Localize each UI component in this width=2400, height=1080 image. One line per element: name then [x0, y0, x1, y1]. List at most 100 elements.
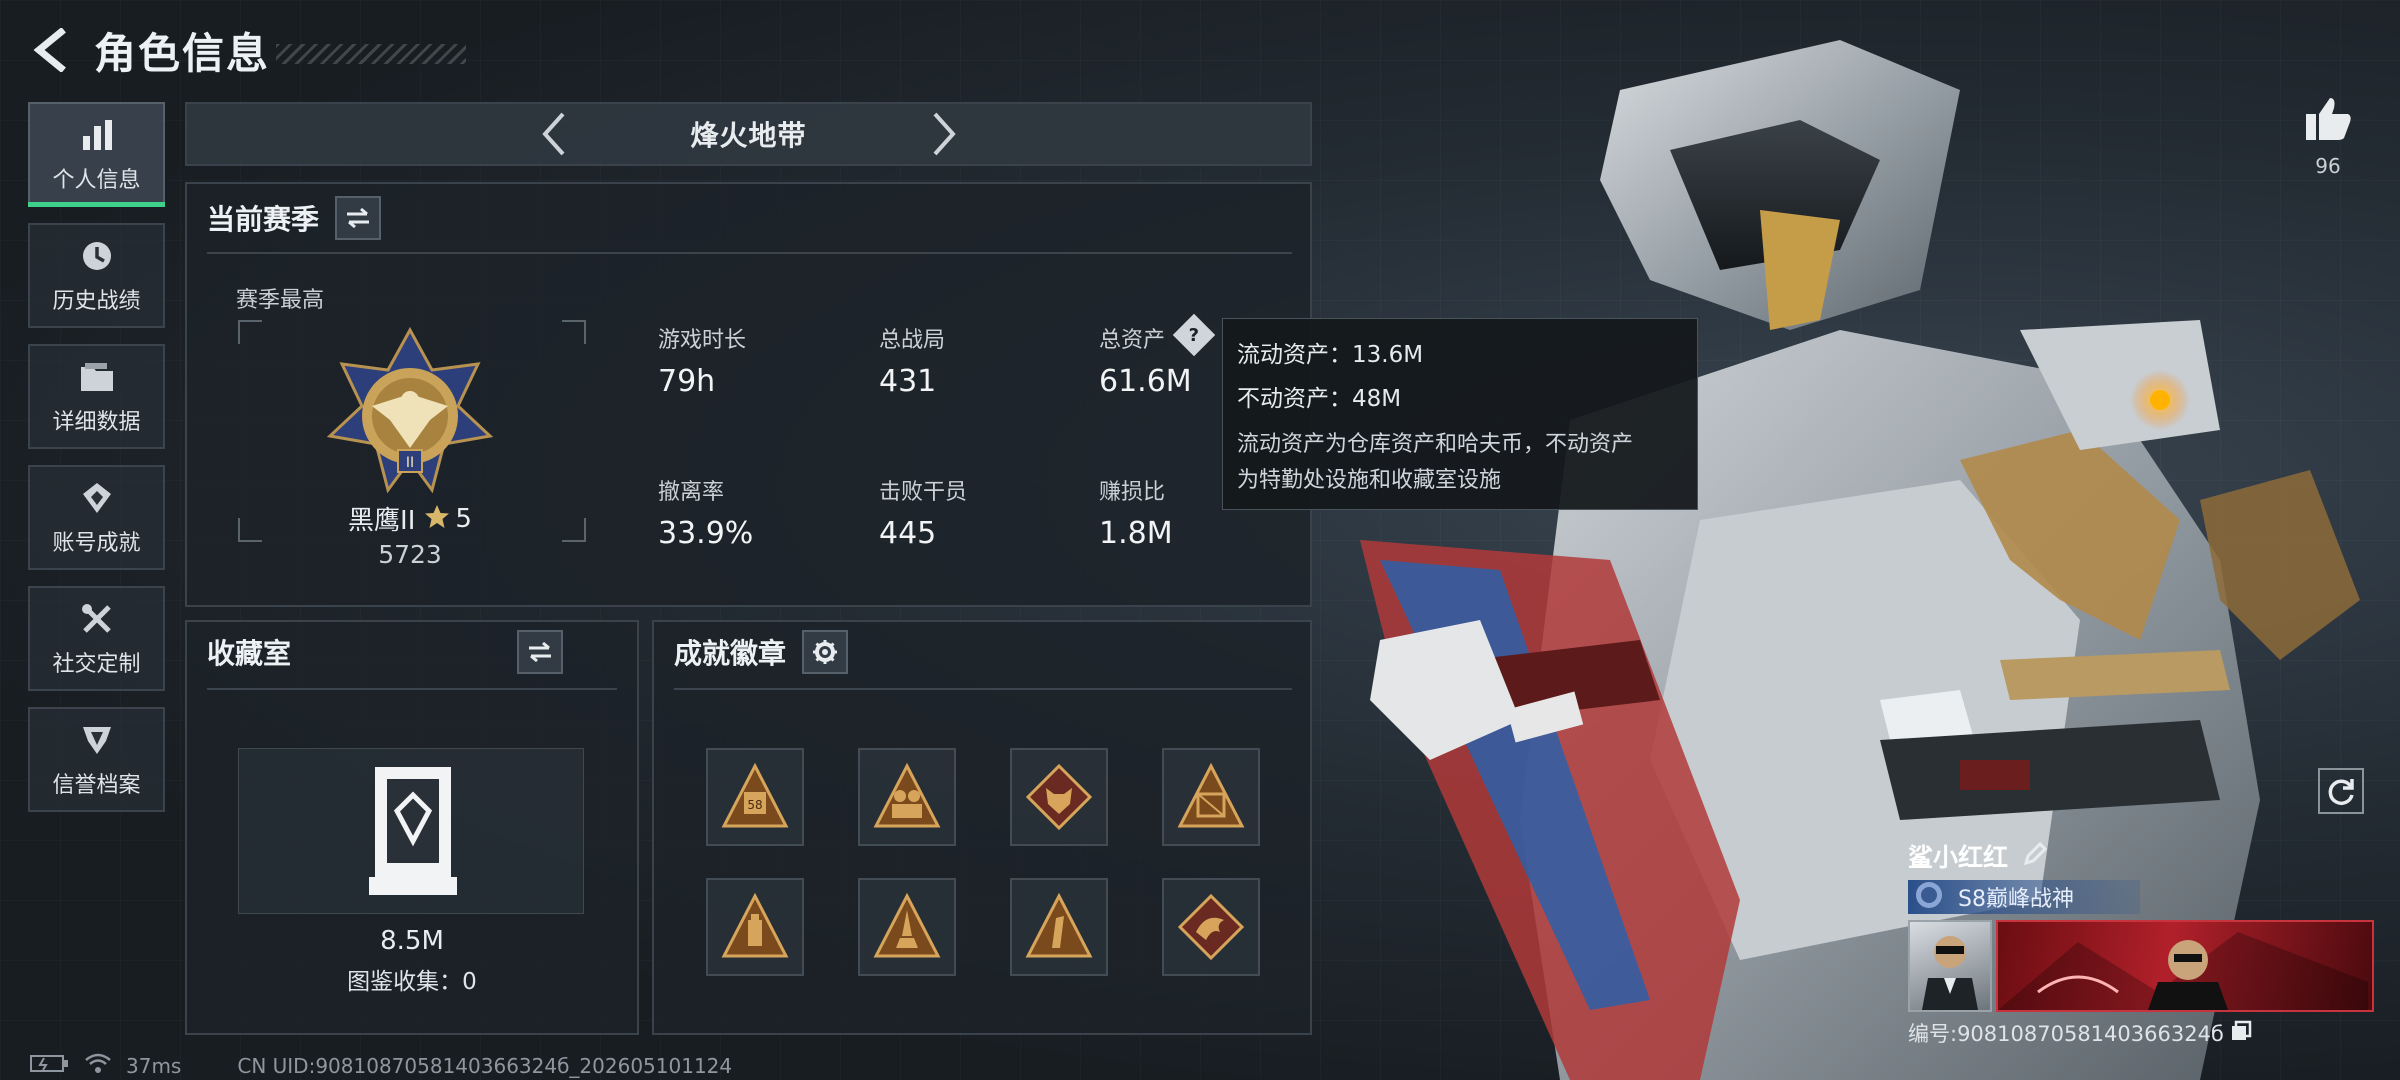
- stat-value: 79h: [658, 364, 716, 399]
- collection-value: 8.5M: [380, 926, 444, 956]
- star-icon: [423, 503, 451, 535]
- like-button[interactable]: 96: [2300, 96, 2356, 178]
- player-banner[interactable]: [1908, 920, 2374, 1012]
- collection-title: 收藏室: [207, 637, 292, 670]
- sidebar-item-detailed-data[interactable]: 详细数据: [28, 344, 165, 449]
- mode-next-chevron-icon[interactable]: [919, 106, 969, 162]
- sidebar-item-label: 个人信息: [52, 167, 141, 193]
- clock-history-icon: [78, 237, 116, 275]
- page-header: 角色信息: [28, 22, 467, 78]
- sidebar-item-label: 社交定制: [52, 651, 141, 677]
- battery-icon: [30, 1053, 70, 1078]
- player-uid: 编号:9081087058140366324б: [1908, 1022, 2224, 1046]
- badge-58-icon[interactable]: 58: [706, 748, 804, 846]
- wifi-icon: [84, 1052, 112, 1079]
- rank-emblem-icon: II: [320, 324, 500, 508]
- badge-soldiers-icon[interactable]: [858, 748, 956, 846]
- frame-corner: [562, 518, 586, 542]
- credit-emblem-icon: [78, 721, 116, 759]
- badges-divider: [674, 688, 1292, 690]
- refresh-button[interactable]: [2318, 768, 2364, 814]
- achievement-icon: [78, 479, 116, 517]
- stat-value: 1.8M: [1099, 516, 1173, 551]
- badge-lantern-icon[interactable]: [706, 878, 804, 976]
- player-card: 鲨小红红 S8巅峰战神 编号:9081087058140366324б: [1908, 836, 2374, 1048]
- season-best-label: 赛季最高: [236, 288, 325, 313]
- title-decor-stripe: [276, 44, 467, 64]
- mode-prev-chevron-icon[interactable]: [529, 106, 579, 162]
- badge-dragon-icon[interactable]: [1162, 878, 1260, 976]
- sidebar-item-credit-profile[interactable]: 信誉档案: [28, 707, 165, 812]
- edit-pencil-icon[interactable]: [2022, 841, 2048, 871]
- frame-corner: [238, 320, 262, 344]
- badges-header: 成就徽章: [674, 630, 849, 674]
- mode-title: 烽火地带: [690, 119, 807, 152]
- stat-value: 61.6M: [1099, 364, 1192, 399]
- collection-catalog: 图鉴收集：0: [347, 969, 477, 995]
- folder-icon: [78, 358, 116, 396]
- uid-line: CN UID:9081087058140366324б_202605101124: [237, 1053, 733, 1078]
- swap-icon: [347, 207, 370, 229]
- stat-label: 赚损比: [1099, 480, 1166, 505]
- status-bar: 37ms CN UID:9081087058140366324б_2026051…: [30, 1052, 732, 1079]
- badge-number-one-icon[interactable]: [1010, 878, 1108, 976]
- stat-kills: 击败干员 445: [879, 474, 967, 551]
- frame-corner: [562, 320, 586, 344]
- tools-icon: [78, 600, 116, 638]
- rank-name-row: 黑鹰II 5: [330, 500, 490, 537]
- sidebar-item-social-custom[interactable]: 社交定制: [28, 586, 165, 691]
- like-count: 96: [2315, 154, 2341, 178]
- tooltip-fixed-assets: 不动资产：48M: [1237, 386, 1402, 412]
- stat-label: 游戏时长: [658, 328, 747, 353]
- tooltip-desc-line2: 为特勤处设施和收藏室设施: [1237, 468, 1502, 493]
- player-name: 鲨小红红: [1908, 843, 2009, 872]
- sidebar-item-personal-info[interactable]: 个人信息: [28, 102, 165, 207]
- sidebar-item-history[interactable]: 历史战绩: [28, 223, 165, 328]
- page-title: 角色信息: [94, 28, 271, 78]
- stat-profit-ratio: 赚损比 1.8M: [1099, 474, 1173, 551]
- season-divider: [207, 252, 1292, 254]
- badge-crate-icon[interactable]: [1162, 748, 1260, 846]
- tooltip-desc-line1: 流动资产为仓库资产和哈夫币，不动资产: [1237, 432, 1634, 457]
- stat-total-matches: 总战局 431: [879, 322, 945, 399]
- stat-value: 33.9%: [658, 516, 754, 551]
- mode-selector: 烽火地带: [185, 102, 1312, 166]
- collection-switch-button[interactable]: [517, 630, 564, 674]
- stat-value: 445: [879, 516, 937, 551]
- player-rank: S8巅峰战神: [1958, 887, 2074, 912]
- back-arrow-icon[interactable]: [28, 25, 72, 75]
- ping-value: 37ms: [126, 1053, 182, 1078]
- badges-settings-button[interactable]: [802, 630, 849, 674]
- sidebar-item-label: 账号成就: [52, 530, 141, 556]
- season-switch-button[interactable]: [335, 196, 382, 240]
- badge-rocket-icon[interactable]: [858, 878, 956, 976]
- rank-score: 5723: [378, 540, 442, 569]
- swap-icon: [529, 641, 552, 663]
- svg-text:58: 58: [747, 798, 762, 812]
- stat-play-time: 游戏时长 79h: [658, 322, 746, 399]
- rank-name: 黑鹰II: [348, 506, 416, 536]
- tooltip-liquid-assets: 流动资产：13.6M: [1237, 342, 1424, 368]
- gear-icon: [813, 640, 838, 664]
- sidebar-item-achievements[interactable]: 账号成就: [28, 465, 165, 570]
- assets-tooltip: 流动资产：13.6M 不动资产：48M 流动资产为仓库资产和哈夫币，不动资产 为…: [1222, 318, 1698, 510]
- collection-header: 收藏室: [207, 630, 564, 674]
- stat-label: 总战局: [879, 328, 946, 353]
- sidebar-item-label: 历史战绩: [52, 288, 141, 314]
- badge-wolf-icon[interactable]: [1010, 748, 1108, 846]
- sidebar-item-label: 信誉档案: [52, 772, 141, 798]
- sidebar-item-label: 详细数据: [52, 409, 141, 435]
- frame-corner: [238, 518, 262, 542]
- rank-medal-icon: [1914, 880, 1944, 914]
- player-avatar[interactable]: [1908, 920, 1992, 1012]
- stat-label: 撤离率: [658, 480, 725, 505]
- collection-vault-frame[interactable]: [238, 748, 584, 914]
- thumbs-up-icon: [2306, 98, 2351, 140]
- badges-title: 成就徽章: [674, 637, 787, 670]
- svg-text:II: II: [406, 455, 414, 471]
- copy-icon[interactable]: [2230, 1020, 2252, 1047]
- refresh-icon: [2328, 779, 2354, 805]
- player-rank-badge: S8巅峰战神: [1908, 880, 2140, 914]
- stat-extract-rate: 撤离率 33.9%: [658, 474, 753, 551]
- season-title: 当前赛季: [207, 203, 320, 236]
